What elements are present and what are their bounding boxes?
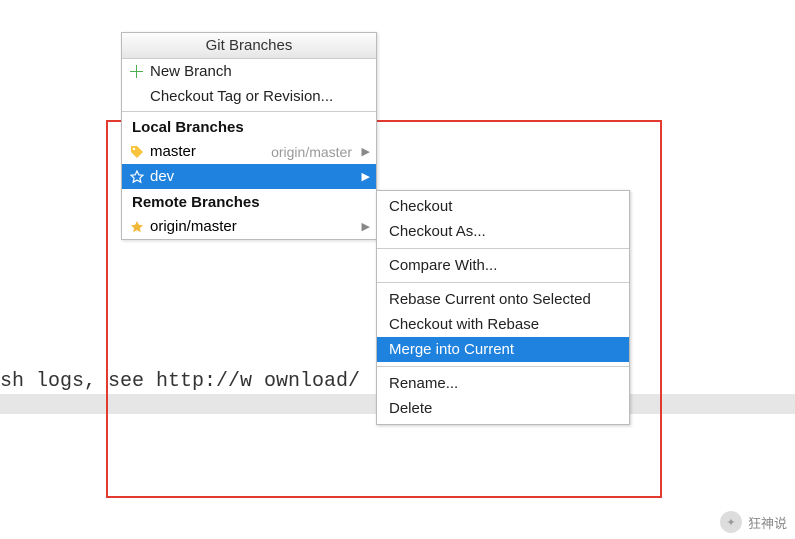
new-branch-item[interactable]: New Branch — [122, 59, 376, 84]
branch-item-dev[interactable]: dev ▶ — [122, 164, 376, 189]
submenu-checkout-rebase[interactable]: Checkout with Rebase — [377, 312, 629, 337]
new-branch-label: New Branch — [150, 63, 232, 80]
submenu-arrow-icon: ▶ — [362, 170, 370, 183]
branch-name: origin/master — [150, 218, 237, 235]
branch-item-master[interactable]: master origin/master ▶ — [122, 139, 376, 164]
local-branches-header: Local Branches — [122, 114, 376, 139]
plus-icon — [128, 64, 144, 80]
separator — [377, 248, 629, 249]
separator — [122, 111, 376, 112]
watermark: ✦ 狂神说 — [720, 511, 787, 533]
git-branches-popup: Git Branches New Branch Checkout Tag or … — [121, 32, 377, 240]
star-filled-icon — [130, 220, 144, 234]
branch-name: master — [150, 143, 196, 160]
branch-upstream: origin/master — [271, 144, 368, 160]
remote-branches-header: Remote Branches — [122, 189, 376, 214]
submenu-checkout[interactable]: Checkout — [377, 194, 629, 219]
checkout-tag-item[interactable]: Checkout Tag or Revision... — [122, 84, 376, 109]
watermark-text: 狂神说 — [748, 513, 787, 532]
branch-name: dev — [150, 168, 174, 185]
submenu-rename[interactable]: Rename... — [377, 371, 629, 396]
watermark-icon: ✦ — [720, 511, 742, 533]
tag-icon — [130, 145, 144, 159]
submenu-arrow-icon: ▶ — [362, 145, 370, 158]
star-icon — [130, 170, 144, 184]
branch-context-submenu: Checkout Checkout As... Compare With... … — [376, 190, 630, 425]
popup-title: Git Branches — [122, 33, 376, 59]
submenu-arrow-icon: ▶ — [362, 220, 370, 233]
submenu-rebase-onto[interactable]: Rebase Current onto Selected — [377, 287, 629, 312]
separator — [377, 282, 629, 283]
separator — [377, 366, 629, 367]
submenu-compare-with[interactable]: Compare With... — [377, 253, 629, 278]
checkout-tag-label: Checkout Tag or Revision... — [150, 88, 333, 105]
submenu-delete[interactable]: Delete — [377, 396, 629, 421]
branch-item-origin-master[interactable]: origin/master ▶ — [122, 214, 376, 239]
submenu-checkout-as[interactable]: Checkout As... — [377, 219, 629, 244]
submenu-merge-into-current[interactable]: Merge into Current — [377, 337, 629, 362]
